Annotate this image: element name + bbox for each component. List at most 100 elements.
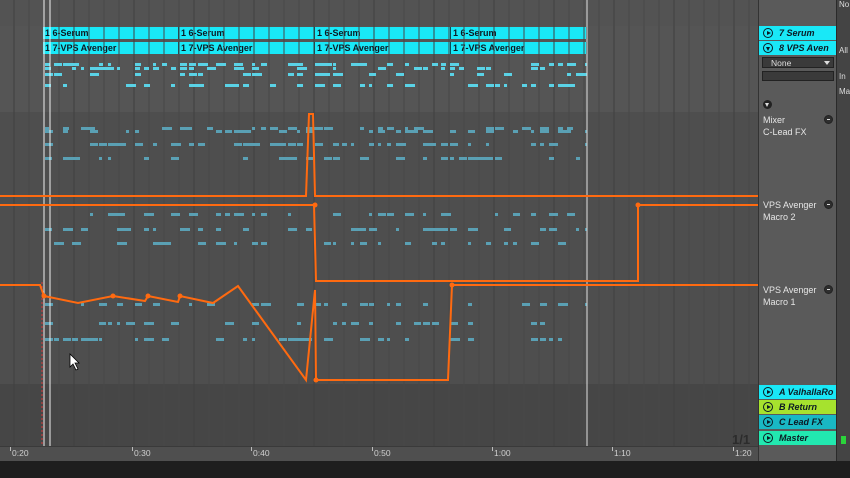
midi-note <box>90 143 98 146</box>
midi-note <box>180 63 187 66</box>
midi-note <box>468 303 472 306</box>
midi-note <box>72 63 79 66</box>
track-name-return-c: C Lead FX <box>779 417 824 427</box>
midi-note <box>153 63 156 66</box>
midi-note <box>486 127 494 130</box>
midi-note <box>396 143 406 146</box>
midi-note <box>270 143 279 146</box>
midi-note <box>225 84 234 87</box>
track-fold-icon[interactable] <box>763 402 773 412</box>
track-header-serum[interactable]: 7 Serum <box>759 26 837 40</box>
parameter-chooser[interactable] <box>762 71 834 81</box>
midi-note <box>279 130 287 133</box>
midi-note <box>135 73 141 76</box>
arrangement-view[interactable]: 1 6-Serum 1 6-Serum 1 6-Serum 1 6-Serum … <box>0 0 758 478</box>
midi-note <box>423 322 430 325</box>
midi-note <box>108 143 118 146</box>
midi-note <box>495 213 498 216</box>
track-fold-icon[interactable] <box>763 433 773 443</box>
midi-note <box>486 67 491 70</box>
midi-note <box>567 63 576 66</box>
midi-note <box>81 228 88 231</box>
track-fold-icon[interactable] <box>763 43 773 53</box>
midi-note <box>288 73 294 76</box>
midi-note <box>81 127 91 130</box>
midi-note <box>549 143 558 146</box>
time-ruler[interactable]: 0:20 0:30 0:40 0:50 1:00 1:10 1:20 <box>0 446 758 461</box>
midi-note <box>135 63 141 66</box>
midi-note <box>288 127 297 130</box>
midi-note <box>405 127 408 130</box>
remove-lane-icon[interactable] <box>824 200 833 209</box>
ruler-label: 0:20 <box>12 448 29 458</box>
midi-note <box>189 213 198 216</box>
midi-note <box>90 213 93 216</box>
midi-note <box>567 73 571 76</box>
midi-note <box>216 228 221 231</box>
edge-label-4[interactable]: Ma <box>839 87 850 96</box>
midi-note <box>216 338 224 341</box>
midi-note <box>117 322 120 325</box>
midi-note <box>153 143 157 146</box>
track-header-master[interactable]: Master <box>759 431 837 445</box>
track-header-return-b[interactable]: B Return <box>759 400 837 414</box>
midi-note <box>72 338 78 341</box>
midi-note <box>540 338 546 341</box>
midi-note <box>153 303 160 306</box>
midi-note <box>216 213 221 216</box>
midi-note <box>405 84 415 87</box>
midi-note <box>540 67 545 70</box>
midi-note <box>441 63 446 66</box>
midi-note <box>549 213 558 216</box>
midi-note <box>468 242 471 245</box>
midi-note <box>315 73 325 76</box>
device-chooser[interactable]: None <box>762 57 834 68</box>
midi-note <box>513 130 518 133</box>
breakpoint <box>313 377 319 383</box>
device-chooser-value: None <box>771 58 792 68</box>
midi-note <box>198 73 203 76</box>
midi-note <box>558 338 562 341</box>
midi-note <box>144 213 154 216</box>
edge-label-2[interactable]: All <box>839 46 848 55</box>
midi-note <box>405 63 409 66</box>
midi-note <box>468 84 478 87</box>
midi-note <box>153 228 156 231</box>
track-header-return-c[interactable]: C Lead FX <box>759 415 837 429</box>
track-header-return-a[interactable]: A ValhallaRo <box>759 385 837 399</box>
midi-note <box>63 130 68 133</box>
midi-note <box>54 242 64 245</box>
midi-note <box>54 73 62 76</box>
midi-note <box>288 213 291 216</box>
edge-label-1[interactable]: No <box>839 0 849 9</box>
track-fold-icon[interactable] <box>763 28 773 38</box>
midi-note <box>432 228 442 231</box>
fold-automation-icon[interactable] <box>763 100 772 109</box>
midi-note <box>171 157 179 160</box>
midi-note <box>333 84 341 87</box>
midi-note <box>63 228 73 231</box>
remove-lane-icon[interactable] <box>824 285 833 294</box>
edge-label-3[interactable]: In <box>839 72 846 81</box>
track-header-avenger[interactable]: 8 VPS Aven <box>759 41 837 55</box>
midi-note <box>441 213 451 216</box>
midi-note <box>423 157 427 160</box>
midi-note <box>144 338 154 341</box>
midi-note <box>333 213 341 216</box>
track-fold-icon[interactable] <box>763 387 773 397</box>
midi-note <box>567 213 575 216</box>
midi-note <box>189 303 192 306</box>
midi-note <box>198 242 206 245</box>
midi-note <box>81 67 84 70</box>
midi-note <box>162 63 167 66</box>
midi-note <box>558 130 567 133</box>
track-name-serum: 7 Serum <box>779 28 815 38</box>
midi-note <box>567 127 573 130</box>
midi-note <box>396 73 404 76</box>
track-fold-icon[interactable] <box>763 417 773 427</box>
midi-note <box>504 84 507 87</box>
midi-note <box>324 73 330 76</box>
midi-note <box>387 338 390 341</box>
remove-lane-icon[interactable] <box>824 115 833 124</box>
midi-note <box>468 130 475 133</box>
